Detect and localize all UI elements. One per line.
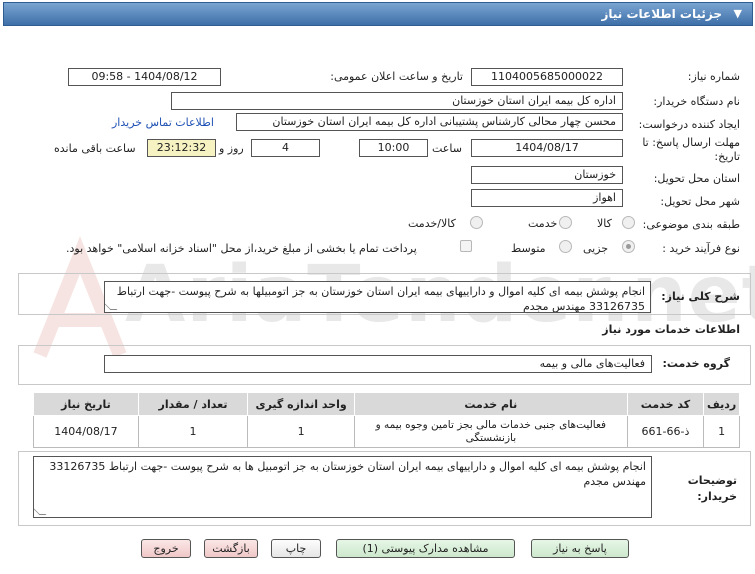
buyer-notes-textarea[interactable]: انجام پوشش بیمه ای کلیه اموال و داراییها… [33, 456, 652, 518]
summary-textarea[interactable]: انجام پوشش بیمه ای کلیه اموال و داراییها… [104, 281, 651, 313]
process-minor-radio[interactable] [622, 240, 635, 253]
remaining-time-field: 23:12:32 [147, 139, 216, 157]
process-medium-radio[interactable] [559, 240, 572, 253]
col-header-date: تاریخ نیاز [33, 392, 139, 416]
group-field: فعالیت‌های مالی و بیمه [104, 355, 652, 373]
creator-label: ایجاد کننده درخواست: [638, 118, 740, 131]
remaining-label: ساعت باقی مانده [54, 142, 136, 155]
process-label: نوع فرآیند خرید : [662, 242, 740, 255]
province-field: خوزستان [471, 166, 623, 184]
page-title: جزئیات اطلاعات نیاز [601, 7, 722, 21]
cell-name: فعالیت‌های جنبی خدمات مالی بجز تامین وجو… [354, 415, 628, 448]
category-goods-service-radio[interactable] [470, 216, 483, 229]
cell-code: ذ-66-661 [626, 415, 705, 448]
col-header-unit: واحد اندازه گیری [247, 392, 356, 416]
announce-label: تاریخ و ساعت اعلان عمومی: [330, 70, 463, 83]
buyer-notes-text: انجام پوشش بیمه ای کلیه اموال و داراییها… [49, 460, 646, 488]
category-goods-label: کالا [597, 217, 612, 230]
cell-qty: 1 [137, 415, 249, 448]
process-medium-label: متوسط [511, 242, 546, 255]
announce-datetime-field: 1404/08/12 - 09:58 [68, 68, 221, 86]
exit-button[interactable]: خروج [141, 539, 191, 558]
need-number-field: 1104005685000022 [471, 68, 623, 86]
need-number-label: شماره نیاز: [687, 70, 740, 83]
time-label: ساعت [432, 142, 462, 155]
buyer-notes-label: توضیحات خریدار: [687, 474, 737, 503]
city-field: اهواز [471, 189, 623, 207]
category-service-radio[interactable] [559, 216, 572, 229]
category-goods-service-label: کالا/خدمت [408, 217, 456, 230]
table-header-row: ردیف کد خدمت نام خدمت واحد اندازه گیری ت… [33, 392, 740, 416]
print-button[interactable]: چاپ [271, 539, 321, 558]
category-goods-radio[interactable] [622, 216, 635, 229]
days-field: 4 [251, 139, 320, 157]
page-header: ▼ جزئیات اطلاعات نیاز [3, 2, 753, 26]
col-header-name: نام خدمت [354, 392, 628, 416]
creator-field: محسن چهار محالی کارشناس پشتیبانی اداره ک… [236, 113, 623, 131]
buyer-org-field: اداره کل بیمه ایران استان خوزستان [171, 92, 623, 110]
resize-handle-icon[interactable] [34, 508, 47, 515]
cell-date: 1404/08/17 [33, 415, 139, 448]
contact-buyer-link[interactable]: اطلاعات تماس خریدار [112, 116, 214, 129]
respond-button[interactable]: پاسخ به نیاز [531, 539, 629, 558]
chevron-down-icon[interactable]: ▼ [734, 7, 742, 20]
payment-note: پرداخت تمام یا بخشی از مبلغ خرید،از محل … [66, 242, 417, 255]
category-service-label: خدمت [528, 217, 558, 230]
cell-unit: 1 [247, 415, 356, 448]
city-label: شهر محل تحویل: [660, 195, 740, 208]
deadline-date-field: 1404/08/17 [471, 139, 623, 157]
deadline-label: مهلت ارسال پاسخ: تا تاریخ: [642, 136, 740, 163]
treasury-checkbox[interactable] [460, 240, 472, 252]
process-minor-label: جزیی [583, 242, 609, 255]
services-title: اطلاعات خدمات مورد نیاز [602, 323, 740, 336]
col-header-code: کد خدمت [626, 392, 705, 416]
days-label: روز و [219, 142, 244, 155]
view-attachments-button[interactable]: مشاهده مدارک پیوستی (1) [336, 539, 515, 558]
category-label: طبقه بندی موضوعی: [642, 218, 740, 231]
back-button[interactable]: بازگشت [204, 539, 258, 558]
col-header-row: ردیف [703, 392, 740, 416]
deadline-time-field: 10:00 [359, 139, 428, 157]
resize-handle-icon[interactable] [105, 303, 118, 310]
buyer-org-label: نام دستگاه خریدار: [653, 95, 740, 108]
group-label: گروه خدمت: [662, 357, 730, 370]
summary-label: شرح کلی نیاز: [661, 290, 740, 303]
services-table: ردیف کد خدمت نام خدمت واحد اندازه گیری ت… [33, 392, 740, 448]
table-row: 1 ذ-66-661 فعالیت‌های جنبی خدمات مالی بج… [33, 415, 740, 448]
province-label: استان محل تحویل: [653, 172, 740, 185]
cell-row: 1 [703, 415, 740, 448]
summary-text: انجام پوشش بیمه ای کلیه اموال و داراییها… [116, 285, 645, 313]
col-header-qty: تعداد / مقدار [137, 392, 249, 416]
